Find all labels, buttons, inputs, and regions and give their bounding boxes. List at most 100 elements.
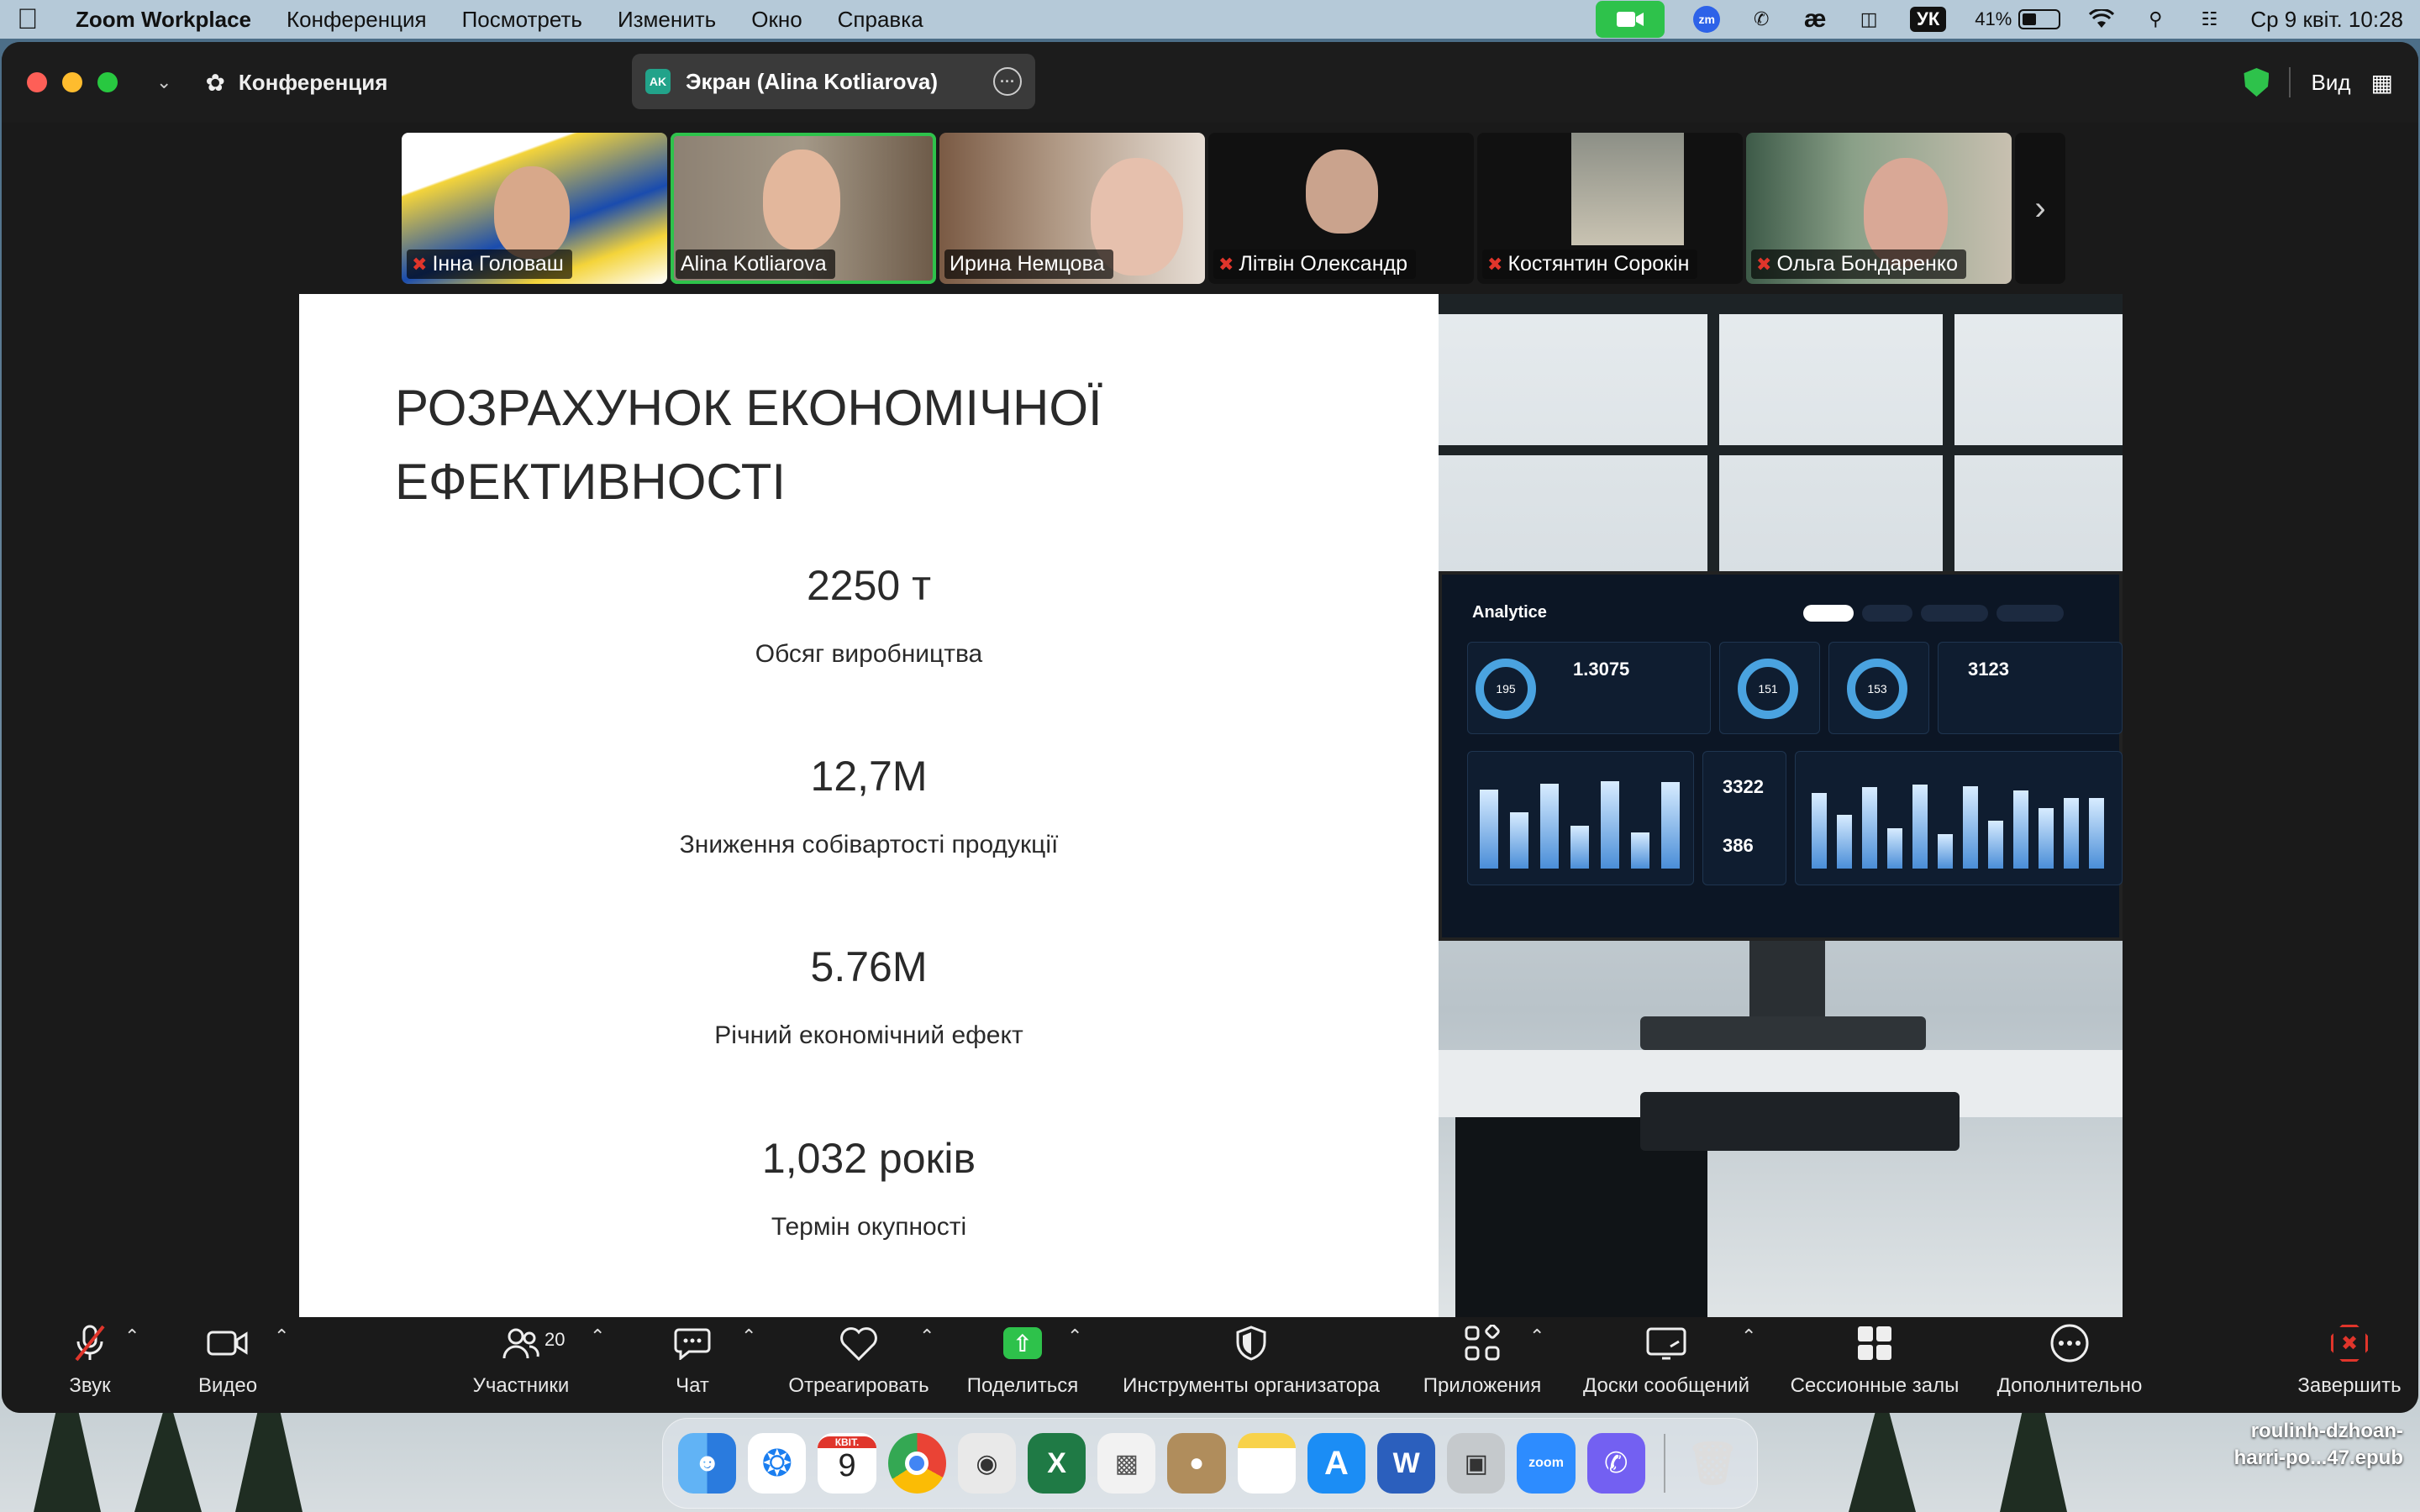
host-tools-button[interactable]: Инструменты организатора xyxy=(1111,1317,1392,1413)
dashboard-filter-pill xyxy=(1803,605,1854,622)
encryption-shield-icon[interactable] xyxy=(2244,68,2270,97)
share-options-caret-icon[interactable]: ⌃ xyxy=(1067,1326,1082,1347)
end-meeting-button[interactable]: ✖ Завершить xyxy=(2292,1317,2407,1413)
minimize-window-button[interactable] xyxy=(62,72,82,92)
screenshot-icon[interactable]: ◉ xyxy=(957,1433,1017,1494)
participant-tile[interactable]: Ирина Немцова xyxy=(939,133,1205,284)
monitor-stand-base xyxy=(1640,1016,1926,1050)
participant-tile[interactable]: ✖ Інна Головаш xyxy=(402,133,667,284)
desktop-file-name-line: roulinh-dzhoan- xyxy=(2250,1420,2403,1442)
launchpad-icon[interactable]: ▩ xyxy=(1097,1433,1156,1494)
safari-icon[interactable]: ❂ xyxy=(748,1433,807,1494)
dashboard-filter-pill xyxy=(1996,605,2064,622)
meeting-title[interactable]: ✿ Конференция xyxy=(205,69,387,97)
menu-bar:  Zoom Workplace Конференция Посмотреть … xyxy=(0,0,2420,39)
menubar-clock[interactable]: Ср 9 квіт. 10:28 xyxy=(2250,7,2403,32)
participants-button[interactable]: 20 Участники xyxy=(464,1317,578,1413)
battery-status[interactable]: 41% xyxy=(1975,7,2061,32)
participant-tile-active-speaker[interactable]: Alina Kotliarova xyxy=(671,133,936,284)
zoom-app-icon[interactable]: zoom xyxy=(1517,1433,1576,1494)
dashboard-bar xyxy=(1601,781,1619,869)
participant-video xyxy=(763,150,840,250)
trash-icon[interactable]: 🗑 xyxy=(1684,1433,1742,1494)
calendar-day: 9 xyxy=(838,1448,856,1483)
notes-icon[interactable] xyxy=(1237,1433,1296,1494)
whiteboards-options-caret-icon[interactable]: ⌃ xyxy=(1741,1326,1756,1347)
wifi-icon[interactable] xyxy=(2089,7,2115,32)
zoom-camera-status-icon[interactable] xyxy=(1596,1,1665,38)
mic-muted-icon: ✖ xyxy=(1487,253,1503,275)
desktop-file-epub[interactable]: roulinh-dzhoan- harri-po...47.epub xyxy=(2202,1418,2403,1472)
participant-tile[interactable]: ✖ Костянтин Сорокін xyxy=(1477,133,1743,284)
menu-item-edit[interactable]: Изменить xyxy=(618,7,716,33)
text-tool-icon[interactable]: æ xyxy=(1802,5,1828,33)
battery-icon xyxy=(2018,9,2061,29)
close-window-button[interactable] xyxy=(27,72,47,92)
input-language-indicator[interactable]: УК xyxy=(1910,7,1947,32)
participant-tile[interactable]: ✖ Ольга Бондаренко xyxy=(1746,133,2012,284)
participants-options-caret-icon[interactable]: ⌃ xyxy=(590,1326,605,1347)
video-button[interactable]: Видео xyxy=(188,1317,267,1413)
participant-tile[interactable]: ✖ Літвін Олександр xyxy=(1208,133,1474,284)
metric-block: 1,032 років Термін окупності xyxy=(299,1134,1439,1242)
participant-name-tag: Ирина Немцова xyxy=(944,249,1113,279)
apple-menu-icon[interactable]:  xyxy=(17,3,76,36)
more-button[interactable]: Дополнительно xyxy=(1990,1317,2149,1413)
zoom-meeting-window: ⌄ ✿ Конференция AK Экран (Alina Kotliaro… xyxy=(2,42,2418,1413)
macos-dock: ☻ ❂ КВІТ. 9 ◉ X ▩ ● A W ▣ zoom ✆ 🗑 xyxy=(662,1418,1758,1509)
word-icon[interactable]: W xyxy=(1377,1433,1436,1494)
view-menu-label[interactable]: Вид xyxy=(2311,70,2350,96)
breakout-rooms-button[interactable]: Сессионные залы xyxy=(1785,1317,1965,1413)
menu-app-name[interactable]: Zoom Workplace xyxy=(76,7,251,33)
participant-name: Alina Kotliarova xyxy=(681,252,827,276)
end-meeting-icon: ✖ xyxy=(2331,1317,2368,1369)
share-screen-button[interactable]: ⇧ Поделиться xyxy=(964,1317,1081,1413)
viber-app-icon[interactable]: ✆ xyxy=(1586,1433,1645,1494)
zoom-menubar-icon[interactable]: zm xyxy=(1693,6,1721,33)
metric-value: 2250 т xyxy=(806,562,932,609)
calendar-icon[interactable]: КВІТ. 9 xyxy=(818,1433,876,1494)
audio-options-caret-icon[interactable]: ⌃ xyxy=(124,1326,139,1347)
chat-options-caret-icon[interactable]: ⌃ xyxy=(741,1326,756,1347)
preview-icon[interactable]: ▣ xyxy=(1447,1433,1506,1494)
window-tile-icon[interactable]: ◫ xyxy=(1856,7,1881,32)
menu-item-conference[interactable]: Конференция xyxy=(287,7,427,33)
chevron-down-icon[interactable]: ⌄ xyxy=(156,71,171,93)
dashboard-bar xyxy=(1963,786,1978,869)
end-label: Завершить xyxy=(2297,1374,2402,1397)
viber-menubar-icon[interactable]: ✆ xyxy=(1749,7,1774,32)
shared-screen-tab[interactable]: AK Экран (Alina Kotliarova) ··· xyxy=(632,54,1035,109)
dashboard-bar xyxy=(1540,784,1559,869)
menu-item-window[interactable]: Окно xyxy=(751,7,802,33)
more-dots-icon xyxy=(2049,1317,2090,1369)
reactions-options-caret-icon[interactable]: ⌃ xyxy=(919,1326,934,1347)
control-center-icon[interactable]: ☷ xyxy=(2196,7,2222,32)
grid-view-icon[interactable]: ▦ xyxy=(2371,69,2393,97)
window-frame xyxy=(1943,294,1954,580)
apps-button[interactable]: Приложения xyxy=(1418,1317,1546,1413)
more-options-icon[interactable]: ··· xyxy=(993,67,1022,96)
calendar-month: КВІТ. xyxy=(818,1436,876,1448)
audio-button[interactable]: Звук xyxy=(52,1317,128,1413)
zoom-window-button[interactable] xyxy=(97,72,118,92)
chevron-right-icon: › xyxy=(2034,189,2046,227)
video-camera-icon xyxy=(207,1317,249,1369)
reactions-button[interactable]: Отреагировать xyxy=(783,1317,934,1413)
menu-item-help[interactable]: Справка xyxy=(838,7,923,33)
video-options-caret-icon[interactable]: ⌃ xyxy=(274,1326,289,1347)
metric-value: 5.76М xyxy=(810,943,928,990)
chat-button[interactable]: Чат xyxy=(666,1317,719,1413)
dashboard-bar xyxy=(2064,798,2079,869)
app-store-icon[interactable]: A xyxy=(1307,1433,1366,1494)
apps-options-caret-icon[interactable]: ⌃ xyxy=(1529,1326,1544,1347)
participants-paw-icon: ✿ xyxy=(205,69,225,96)
dashboard-bar xyxy=(1661,782,1680,869)
contacts-icon[interactable]: ● xyxy=(1167,1433,1226,1494)
whiteboards-button[interactable]: Доски сообщений xyxy=(1573,1317,1760,1413)
gallery-next-page-button[interactable]: › xyxy=(2015,133,2065,284)
chrome-icon[interactable] xyxy=(887,1433,946,1494)
excel-icon[interactable]: X xyxy=(1028,1433,1086,1494)
spotlight-search-icon[interactable]: ⚲ xyxy=(2143,7,2168,32)
menu-item-view[interactable]: Посмотреть xyxy=(462,7,582,33)
finder-icon[interactable]: ☻ xyxy=(678,1433,737,1494)
